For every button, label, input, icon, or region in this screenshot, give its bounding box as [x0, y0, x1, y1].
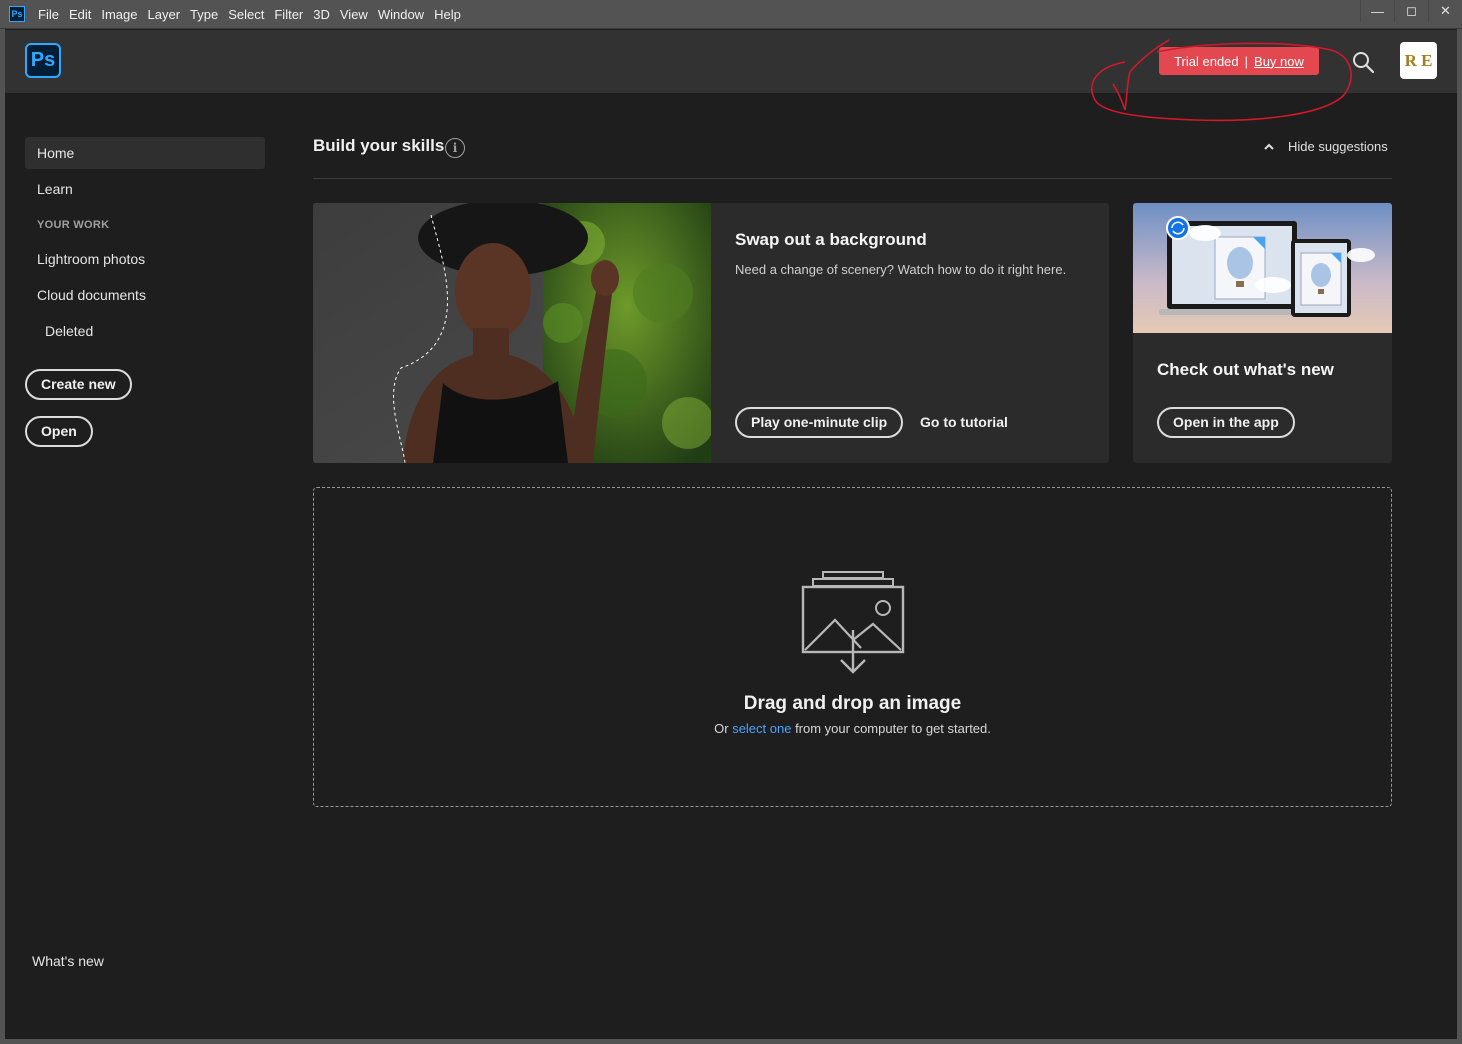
select-file-link[interactable]: select one — [732, 721, 791, 736]
menu-help[interactable]: Help — [429, 0, 466, 29]
buy-now-link[interactable]: Buy now — [1254, 54, 1304, 69]
whats-new-card: Check out what's new Open in the app — [1133, 203, 1392, 463]
dropzone-sub-prefix: Or — [714, 721, 733, 736]
menu-type[interactable]: Type — [185, 0, 223, 29]
window-controls: — ◻ ✕ — [1360, 0, 1462, 24]
sidebar-item-cloud-documents[interactable]: Cloud documents — [25, 279, 265, 311]
create-new-button[interactable]: Create new — [25, 369, 132, 400]
whats-new-link[interactable]: What's new — [32, 953, 104, 969]
sidebar-item-learn[interactable]: Learn — [25, 173, 265, 205]
hide-suggestions-label: Hide suggestions — [1288, 139, 1388, 154]
dropzone-sub-suffix: from your computer to get started. — [791, 721, 991, 736]
sidebar: Home Learn YOUR WORK Lightroom photos Cl… — [25, 137, 265, 447]
dropzone-title: Drag and drop an image — [743, 693, 962, 714]
search-icon[interactable] — [1349, 48, 1377, 76]
go-to-tutorial-link[interactable]: Go to tutorial — [920, 414, 1008, 430]
trial-separator: | — [1244, 53, 1249, 69]
user-avatar[interactable]: R E — [1400, 42, 1437, 79]
section-title: Build your skills — [313, 136, 445, 155]
tutorial-card: Swap out a background Need a change of s… — [313, 203, 1109, 463]
menu-filter[interactable]: Filter — [269, 0, 308, 29]
maximize-button[interactable]: ◻ — [1394, 0, 1428, 22]
menu-layer[interactable]: Layer — [143, 0, 186, 29]
menu-edit[interactable]: Edit — [64, 0, 96, 29]
image-dropzone[interactable]: Drag and drop an image Or select one fro… — [313, 487, 1392, 807]
menu-3d[interactable]: 3D — [308, 0, 335, 29]
hide-suggestions-button[interactable]: Hide suggestions — [1262, 139, 1388, 154]
open-in-app-button[interactable]: Open in the app — [1157, 407, 1295, 438]
close-button[interactable]: ✕ — [1428, 0, 1462, 22]
whats-new-title: Check out what's new — [1157, 360, 1334, 379]
sidebar-item-home[interactable]: Home — [25, 137, 265, 169]
title-menu-bar: Ps File Edit Image Layer Type Select Fil… — [0, 0, 1462, 29]
trial-ended-label: Trial ended — [1174, 53, 1239, 69]
tutorial-title: Swap out a background — [735, 230, 927, 249]
menu-window[interactable]: Window — [373, 0, 429, 29]
sidebar-item-deleted[interactable]: Deleted — [25, 315, 265, 347]
menu-file[interactable]: File — [33, 0, 64, 29]
app-header: Ps Trial ended | Buy now R E — [5, 30, 1457, 122]
dropzone-subtitle: Or select one from your computer to get … — [314, 721, 1391, 736]
trial-buy-button[interactable]: Trial ended | Buy now — [1159, 47, 1319, 75]
open-button[interactable]: Open — [25, 416, 93, 447]
play-clip-button[interactable]: Play one-minute clip — [735, 407, 904, 438]
sidebar-item-lightroom[interactable]: Lightroom photos — [25, 243, 265, 275]
sidebar-section-heading: YOUR WORK — [37, 219, 110, 231]
section-divider — [313, 178, 1392, 179]
photoshop-app-icon[interactable]: Ps — [9, 6, 25, 22]
menu-image[interactable]: Image — [96, 0, 142, 29]
ps-logo: Ps — [25, 43, 61, 78]
minimize-button[interactable]: — — [1360, 0, 1394, 22]
menu-select[interactable]: Select — [223, 0, 269, 29]
info-icon[interactable]: i — [445, 138, 465, 158]
chevron-up-icon — [1264, 143, 1274, 150]
tutorial-thumbnail — [313, 203, 711, 463]
image-upload-icon — [801, 571, 905, 674]
tutorial-description: Need a change of scenery? Watch how to d… — [735, 262, 1067, 277]
menu-view[interactable]: View — [335, 0, 373, 29]
whats-new-thumbnail — [1133, 203, 1392, 333]
